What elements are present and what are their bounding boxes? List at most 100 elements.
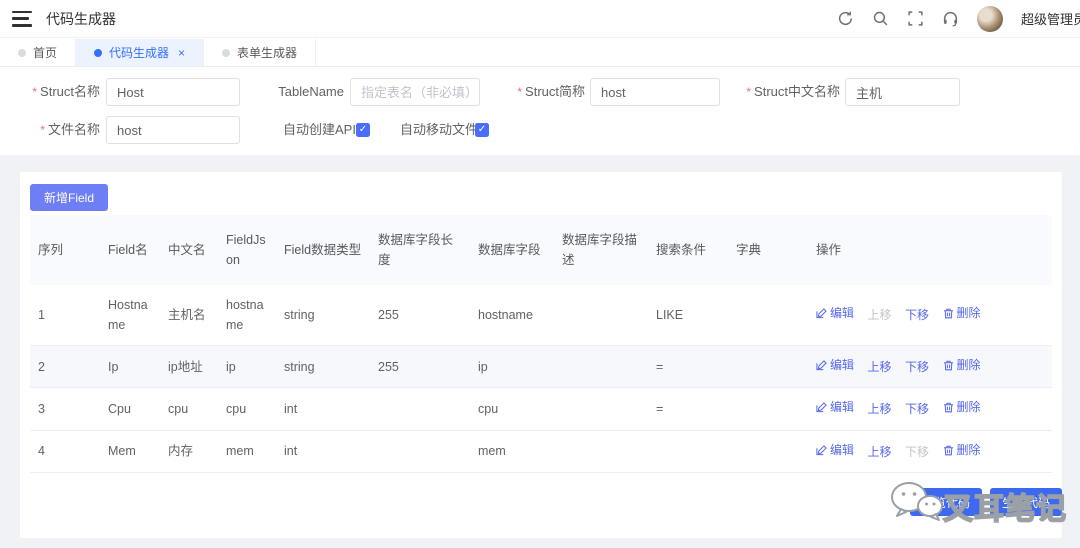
table-header-row: 序列 Field名 中文名 FieldJson Field数据类型 数据库字段长…	[30, 215, 1052, 285]
cell-operations: 编辑 上移 下移 删除	[808, 387, 1052, 431]
delete-link[interactable]: 删除	[943, 304, 981, 323]
preview-code-button[interactable]: 预览代码	[909, 488, 982, 516]
cell-field-json: cpu	[218, 387, 276, 431]
cell-cn-name: ip地址	[160, 345, 218, 389]
edit-link[interactable]: 编辑	[816, 356, 854, 375]
col-field-json: FieldJson	[218, 215, 276, 285]
file-name-input[interactable]	[106, 116, 240, 144]
cell-column-desc	[554, 345, 648, 389]
edit-link[interactable]: 编辑	[816, 398, 854, 417]
table-name-input[interactable]	[350, 78, 480, 106]
tab-close-icon[interactable]: ×	[178, 46, 185, 60]
tab-dot-icon	[94, 48, 103, 57]
cell-cn-name: cpu	[160, 387, 218, 431]
cell-db-column: cpu	[470, 387, 554, 431]
tab-label: 首页	[33, 46, 58, 60]
fields-table: 序列 Field名 中文名 FieldJson Field数据类型 数据库字段长…	[30, 215, 1052, 473]
struct-name-label: * Struct名称	[32, 84, 100, 99]
table-row: 3 Cpu cpu cpu int cpu = 编辑 上移 下移 删除	[30, 387, 1052, 431]
cell-operations: 编辑 上移 下移 删除	[808, 285, 1052, 346]
cell-field-name: Ip	[100, 345, 160, 389]
move-down-link: 下移	[905, 444, 930, 459]
col-column-length: 数据库字段长度	[370, 215, 470, 285]
cell-field-name: Cpu	[100, 387, 160, 431]
headset-icon[interactable]	[942, 10, 959, 27]
edit-link[interactable]: 编辑	[816, 304, 854, 323]
delete-link[interactable]: 删除	[943, 398, 981, 417]
cell-column-length	[370, 387, 470, 431]
tab-label: 代码生成器	[109, 46, 170, 60]
move-down-link[interactable]: 下移	[905, 358, 929, 377]
menu-icon[interactable]	[12, 10, 32, 27]
cell-operations: 编辑 上移 下移 删除	[808, 345, 1052, 389]
cell-db-column: mem	[470, 430, 554, 473]
cell-dict	[728, 430, 808, 473]
cell-column-desc	[554, 430, 648, 473]
add-field-button[interactable]: 新增Field	[30, 184, 109, 211]
tab-form-generator[interactable]: 表单生成器	[204, 39, 317, 66]
fullscreen-icon[interactable]	[907, 10, 924, 27]
col-column-desc: 数据库字段描述	[554, 215, 648, 285]
tab-label: 表单生成器	[237, 46, 298, 60]
move-down-link[interactable]: 下移	[905, 400, 929, 419]
cell-operations: 编辑 上移 下移 删除	[808, 430, 1052, 473]
cell-db-column: ip	[470, 345, 554, 389]
edit-link[interactable]: 编辑	[816, 441, 854, 460]
cell-field-json: ip	[218, 345, 276, 389]
move-up-link[interactable]: 上移	[868, 400, 892, 419]
tab-dot-icon	[222, 48, 231, 57]
col-cn-name: 中文名	[160, 215, 218, 285]
cell-seq: 1	[30, 285, 100, 346]
refresh-icon[interactable]	[837, 10, 854, 27]
cell-seq: 3	[30, 387, 100, 431]
cell-field-name: Mem	[100, 430, 160, 473]
auto-api-label: 自动创建API	[283, 122, 356, 137]
col-db-column: 数据库字段	[470, 215, 554, 285]
struct-short-input[interactable]	[590, 78, 720, 106]
user-avatar[interactable]	[976, 5, 1003, 32]
table-row: 1 Hostname 主机名 hostname string 255 hostn…	[30, 285, 1052, 346]
table-row: 2 Ip ip地址 ip string 255 ip = 编辑 上移 下移 删除	[30, 345, 1052, 389]
cell-column-desc	[554, 285, 648, 346]
cell-seq: 4	[30, 430, 100, 473]
cell-data-type: int	[276, 430, 370, 473]
cell-column-length: 255	[370, 285, 470, 346]
cell-column-length	[370, 430, 470, 473]
cell-column-length: 255	[370, 345, 470, 389]
move-up-link[interactable]: 上移	[868, 443, 892, 462]
tab-code-generator[interactable]: 代码生成器 ×	[76, 39, 205, 66]
cell-search-cond	[648, 430, 728, 473]
page-title: 代码生成器	[46, 10, 116, 27]
col-search-cond: 搜索条件	[648, 215, 728, 285]
table-name-label: TableName	[278, 84, 344, 99]
col-operations: 操作	[808, 215, 1052, 285]
cell-seq: 2	[30, 345, 100, 389]
tab-home[interactable]: 首页	[0, 39, 77, 66]
col-seq: 序列	[30, 215, 100, 285]
cell-field-name: Hostname	[100, 285, 160, 346]
move-down-link[interactable]: 下移	[905, 306, 929, 325]
move-up-link[interactable]: 上移	[868, 358, 892, 377]
app-window: 代码生成器 超级管理员 首页 代码生成器 × 表单生成器 * Struct名称 …	[0, 0, 1080, 548]
delete-link[interactable]: 删除	[943, 356, 981, 375]
bottom-page-edge	[0, 540, 1080, 548]
col-data-type: Field数据类型	[276, 215, 370, 285]
tab-dot-icon	[18, 48, 26, 57]
struct-short-label: * Struct简称	[517, 84, 585, 99]
move-up-link: 上移	[867, 308, 892, 323]
auto-api-checkbox[interactable]: ✓	[356, 123, 370, 137]
topbar-actions: 超级管理员	[837, 5, 1080, 32]
struct-cn-input[interactable]	[845, 78, 960, 106]
user-name[interactable]: 超级管理员	[1021, 9, 1080, 28]
struct-name-input[interactable]	[106, 78, 240, 106]
delete-link[interactable]: 删除	[943, 441, 981, 460]
col-field-name: Field名	[100, 215, 160, 285]
cell-data-type: string	[276, 285, 370, 346]
cell-search-cond: =	[648, 387, 728, 431]
fields-card: 新增Field 序列 Field名 中文名 FieldJson Field数据类…	[20, 172, 1062, 538]
search-icon[interactable]	[872, 10, 889, 27]
auto-move-checkbox[interactable]: ✓	[475, 123, 489, 137]
cell-dict	[728, 345, 808, 389]
generate-code-button[interactable]: 生成代码	[989, 488, 1062, 516]
cell-field-json: mem	[218, 430, 276, 473]
